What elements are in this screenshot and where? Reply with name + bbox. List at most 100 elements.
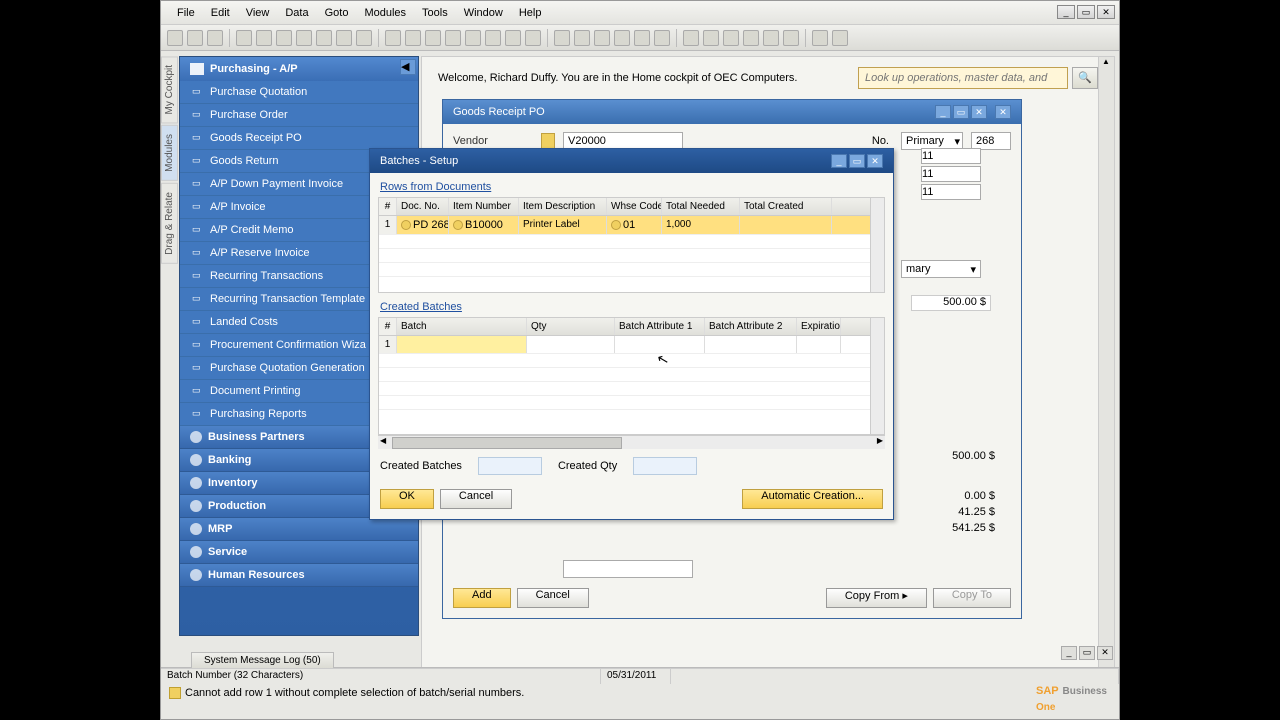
sidebar-cat-service[interactable]: Service — [180, 541, 418, 564]
grpo-min-button[interactable]: _ — [935, 105, 951, 119]
tb-b2-icon[interactable] — [832, 30, 848, 46]
status-close-button[interactable]: ✕ — [1097, 646, 1113, 660]
automatic-creation-button[interactable]: Automatic Creation... — [742, 489, 883, 509]
grpo-close1-button[interactable]: ✕ — [971, 105, 987, 119]
add-button[interactable]: Add — [453, 588, 511, 608]
link-arrow-icon[interactable] — [401, 220, 411, 230]
col2-batch-attr-1[interactable]: Batch Attribute 1 — [615, 318, 705, 335]
menu-data[interactable]: Data — [277, 4, 316, 22]
menu-goto[interactable]: Goto — [317, 4, 357, 22]
sidebar-item-goods-receipt-po[interactable]: Goods Receipt PO — [180, 127, 418, 150]
tb-next-icon[interactable] — [425, 30, 441, 46]
created-qty-input[interactable] — [633, 457, 697, 475]
tb-prev-icon[interactable] — [405, 30, 421, 46]
col2-batch[interactable]: Batch — [397, 318, 527, 335]
tb-nav1-icon[interactable] — [465, 30, 481, 46]
tb-edit-icon[interactable] — [683, 30, 699, 46]
col-whse-code[interactable]: Whse Code — [607, 198, 662, 215]
tb-a1-icon[interactable] — [554, 30, 570, 46]
menu-tools[interactable]: Tools — [414, 4, 456, 22]
tb-word-icon[interactable] — [296, 30, 312, 46]
status-max-button[interactable]: ▭ — [1079, 646, 1095, 660]
vtab-cockpit[interactable]: My Cockpit — [161, 56, 178, 123]
col2-qty[interactable]: Qty — [527, 318, 615, 335]
tb-lock-icon[interactable] — [356, 30, 372, 46]
tb-paste-icon[interactable] — [256, 30, 272, 46]
status-min-button[interactable]: _ — [1061, 646, 1077, 660]
tb-preview-icon[interactable] — [207, 30, 223, 46]
menu-view[interactable]: View — [238, 4, 278, 22]
date-2-input[interactable] — [921, 166, 981, 182]
tb-help-icon[interactable] — [783, 30, 799, 46]
batches-titlebar[interactable]: Batches - Setup _ ▭ ✕ — [370, 149, 893, 173]
minimize-button[interactable]: _ — [1057, 5, 1075, 19]
sidebar-header[interactable]: Purchasing - A/P — [180, 57, 418, 81]
created-batches-total-input[interactable] — [478, 457, 542, 475]
batch-row-1[interactable]: 1 — [379, 336, 884, 353]
batches-close-button[interactable]: ✕ — [867, 154, 883, 168]
system-message-log-tab[interactable]: System Message Log (50) — [191, 652, 334, 668]
close-button[interactable]: ✕ — [1097, 5, 1115, 19]
ok-button[interactable]: OK — [380, 489, 434, 509]
vendor-link-icon[interactable] — [541, 133, 555, 149]
tb-b1-icon[interactable] — [812, 30, 828, 46]
col-item-description[interactable]: Item Description — [519, 198, 607, 215]
sidebar-item-purchase-quotation[interactable]: Purchase Quotation — [180, 81, 418, 104]
link-arrow-icon[interactable] — [611, 220, 621, 230]
tb-a6-icon[interactable] — [654, 30, 670, 46]
col-item-number[interactable]: Item Number — [449, 198, 519, 215]
document-row-1[interactable]: 1 PD 268 B10000 Printer Label 01 1,000 — [379, 216, 884, 234]
tb-print-icon[interactable] — [187, 30, 203, 46]
link-arrow-icon[interactable] — [453, 220, 463, 230]
date-1-input[interactable] — [921, 148, 981, 164]
tb-a5-icon[interactable] — [634, 30, 650, 46]
menu-modules[interactable]: Modules — [356, 4, 414, 22]
col2-num[interactable]: # — [379, 318, 397, 335]
batch-cell-editing[interactable] — [397, 336, 527, 353]
sidebar-cat-hr[interactable]: Human Resources — [180, 564, 418, 587]
col-total-needed[interactable]: Total Needed — [662, 198, 740, 215]
tb-new-icon[interactable] — [167, 30, 183, 46]
grpo-max-button[interactable]: ▭ — [953, 105, 969, 119]
main-scrollbar[interactable] — [1098, 57, 1114, 678]
table2-hscrollbar[interactable] — [378, 435, 885, 449]
tb-a3-icon[interactable] — [594, 30, 610, 46]
tb-nav2-icon[interactable] — [485, 30, 501, 46]
col-doc-no[interactable]: Doc. No. — [397, 198, 449, 215]
copy-to-button[interactable]: Copy To — [933, 588, 1011, 608]
table2-scrollbar[interactable] — [870, 318, 884, 434]
tb-pdf-icon[interactable] — [316, 30, 332, 46]
tb-launch-icon[interactable] — [336, 30, 352, 46]
col-total-created[interactable]: Total Created — [740, 198, 832, 215]
col-num[interactable]: # — [379, 198, 397, 215]
col2-expiration[interactable]: Expiratio... — [797, 318, 841, 335]
tb-mail-icon[interactable] — [525, 30, 541, 46]
created-batches-label[interactable]: Created Batches — [370, 293, 893, 317]
search-button[interactable]: 🔍 — [1072, 67, 1098, 89]
col2-batch-attr-2[interactable]: Batch Attribute 2 — [705, 318, 797, 335]
tb-alert-icon[interactable] — [743, 30, 759, 46]
tb-filter-icon[interactable] — [505, 30, 521, 46]
batches-cancel-button[interactable]: Cancel — [440, 489, 512, 509]
tb-calendar-icon[interactable] — [763, 30, 779, 46]
tb-a4-icon[interactable] — [614, 30, 630, 46]
menu-file[interactable]: File — [169, 4, 203, 22]
tb-query-icon[interactable] — [723, 30, 739, 46]
grpo-titlebar[interactable]: Goods Receipt PO _ ▭ ✕ ✕ — [443, 100, 1021, 124]
batches-min-button[interactable]: _ — [831, 154, 847, 168]
batches-max-button[interactable]: ▭ — [849, 154, 865, 168]
vtab-drag-relate[interactable]: Drag & Relate — [161, 183, 178, 264]
summary-select[interactable]: mary▾ — [901, 260, 981, 278]
menu-help[interactable]: Help — [511, 4, 550, 22]
search-input[interactable] — [858, 67, 1068, 89]
grpo-close2-button[interactable]: ✕ — [995, 105, 1011, 119]
sidebar-item-purchase-order[interactable]: Purchase Order — [180, 104, 418, 127]
remarks-input[interactable] — [563, 560, 693, 578]
sidebar-cat-mrp[interactable]: MRP — [180, 518, 418, 541]
menu-window[interactable]: Window — [456, 4, 511, 22]
restore-button[interactable]: ▭ — [1077, 5, 1095, 19]
tb-a2-icon[interactable] — [574, 30, 590, 46]
copy-from-button[interactable]: Copy From ▸ — [826, 588, 927, 608]
tb-excel-icon[interactable] — [276, 30, 292, 46]
table1-scrollbar[interactable] — [870, 198, 884, 292]
